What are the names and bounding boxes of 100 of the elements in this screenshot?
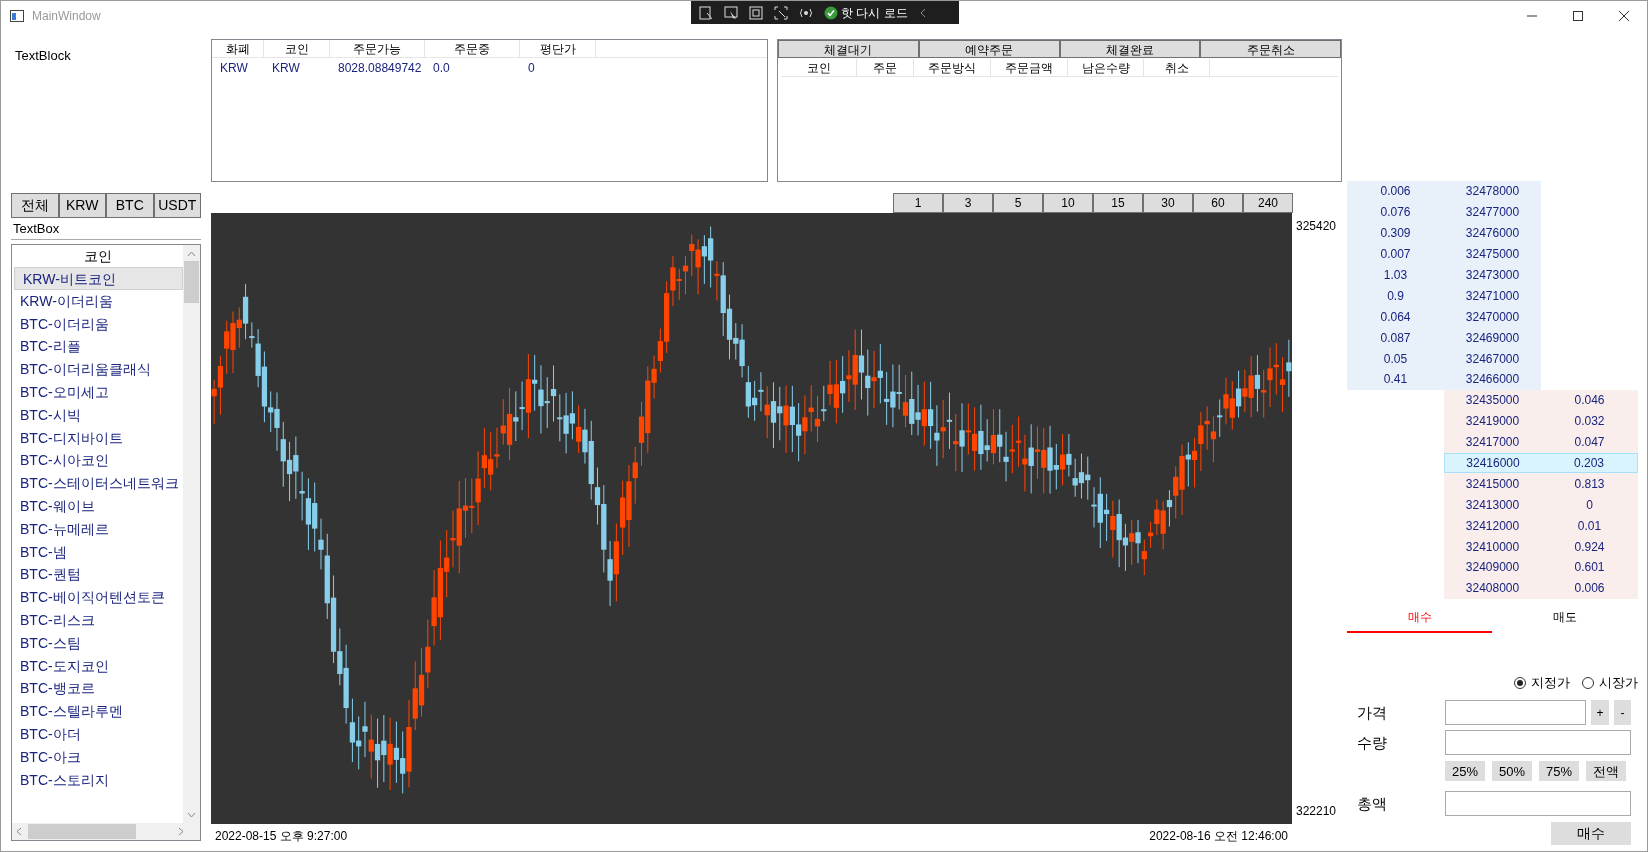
table-cell-text: 0.0 [432,60,451,77]
coin-item[interactable]: BTC-리스크 [12,608,183,632]
bid-row[interactable]: 32435000 0.046 [1444,389,1638,411]
coin-item[interactable]: BTC-시아코인 [12,449,183,473]
coin-item[interactable]: BTC-이더리움클래식 [12,358,183,381]
bid-row[interactable]: 32409000 0.601 [1444,557,1638,578]
market-tab[interactable]: USDT [153,193,201,218]
square-icon[interactable] [749,5,763,20]
bid-row[interactable]: 32412000 0.01 [1444,515,1638,537]
table-cell-text: KRW [219,60,249,77]
hot-reload-button[interactable]: 핫 다시 로드 [841,3,908,22]
table-cell-text: 0.309 [1379,225,1412,243]
coin-item[interactable]: BTC-아더 [12,722,183,746]
coin-item[interactable]: BTC-디지바이트 [12,426,183,450]
table-cell-text: 0.064 [1379,308,1412,326]
order-tab[interactable]: 체결완료 [1059,40,1201,58]
buy-button[interactable]: 매수 [1551,822,1631,846]
coin-item[interactable]: BTC-베이직어텐션토큰 [12,586,183,609]
order-type-radio[interactable]: 시장가 [1582,672,1638,693]
price-field[interactable] [1445,700,1586,726]
bid-row[interactable]: 32417000 0.047 [1444,431,1638,453]
vertical-scrollbar[interactable] [183,245,200,823]
scroll-up-icon[interactable] [187,251,196,257]
column-header: 평단가 [520,39,596,58]
coin-item[interactable]: BTC-오미세고 [12,381,183,404]
interval-button[interactable]: 60 [1193,193,1243,213]
coin-item[interactable]: BTC-퀀텀 [12,563,183,587]
percent-button[interactable]: 50% [1492,761,1532,782]
bid-row[interactable]: 32408000 0.006 [1444,577,1638,599]
coin-item[interactable]: KRW-이더리움 [12,289,183,313]
bid-row[interactable]: 32415000 0.813 [1444,473,1638,495]
table-cell-text: 32412000 [1464,517,1521,535]
percent-button[interactable]: 25% [1445,761,1485,782]
trade-tab[interactable]: 매수 [1347,603,1492,633]
coin-item[interactable]: BTC-스텔라루멘 [12,700,183,723]
column-header: 주문가능 [330,39,425,58]
interval-button[interactable]: 30 [1143,193,1193,213]
interval-button[interactable]: 10 [1043,193,1093,213]
scroll-right-icon[interactable] [178,827,184,836]
scrollbar-thumb[interactable] [184,261,199,303]
bid-row[interactable]: 32419000 0.032 [1444,410,1638,432]
percent-button[interactable]: 전액 [1586,761,1626,782]
interval-button[interactable]: 5 [993,193,1043,213]
price-label: 가격 [1356,702,1388,723]
trade-tab[interactable]: 매도 [1492,603,1637,633]
interval-button[interactable]: 15 [1093,193,1143,213]
coin-item[interactable]: BTC-스테이터스네트워크 [12,472,183,495]
order-tab[interactable]: 주문취소 [1200,40,1341,58]
scrollbar-thumb[interactable] [28,824,136,839]
column-header: 주문 [857,58,914,77]
column-header: 남은수량 [1068,58,1144,77]
market-tab[interactable]: BTC [106,193,154,218]
order-type-radio[interactable]: 지정가 [1514,672,1570,693]
coin-item[interactable]: BTC-스팀 [12,631,183,655]
coin-item[interactable]: BTC-리플 [12,335,183,359]
pointer-icon[interactable] [724,5,738,20]
interval-button[interactable]: 1 [893,193,943,213]
column-header: 주문금액 [991,58,1068,77]
bid-row[interactable]: 32410000 0.924 [1444,536,1638,558]
time-label: 2022-08-15 오후 9:27:00 [215,828,348,845]
table-cell-text: 32415000 [1464,475,1521,493]
table-cell-text: 0.076 [1379,204,1412,222]
horizontal-scrollbar[interactable] [12,823,200,840]
coin-item[interactable]: BTC-스토리지 [12,768,183,792]
percent-button[interactable]: 75% [1539,761,1579,782]
coin-item[interactable]: BTC-아크 [12,745,183,769]
table-cell-text: 32475000 [1464,246,1521,264]
search-field[interactable]: TextBox [11,218,201,240]
table-cell-text: 0.924 [1573,538,1606,556]
scroll-down-icon[interactable] [187,812,196,818]
coin-item[interactable]: BTC-뉴메레르 [12,517,183,541]
coin-item[interactable]: BTC-이더리움 [12,312,183,336]
minus-button[interactable]: - [1614,700,1631,726]
coin-item[interactable]: BTC-웨이브 [12,494,183,518]
scroll-left-icon[interactable] [16,827,22,836]
interval-button[interactable]: 3 [943,193,993,213]
plus-button[interactable]: + [1591,700,1609,726]
collapse-icon[interactable] [918,6,927,19]
table-cell-text: 0 [1585,496,1594,514]
table-cell-text: KRW [271,60,301,77]
quantity-field[interactable] [1445,730,1631,756]
inspect-icon[interactable] [699,5,713,20]
frame-icon[interactable] [774,5,788,20]
coin-item[interactable]: BTC-시빅 [12,403,183,427]
coin-item[interactable]: BTC-넴 [12,540,183,564]
coin-item[interactable]: BTC-도지코인 [12,654,183,678]
market-tab[interactable]: KRW [58,193,106,218]
order-tab[interactable]: 예약주문 [918,40,1060,58]
bid-row[interactable]: 32416000 0.203 [1444,452,1638,474]
coin-item[interactable]: BTC-뱅코르 [12,677,183,701]
bid-row[interactable]: 32413000 0 [1444,494,1638,516]
table-cell-text: 1.03 [1382,267,1409,284]
table-cell-text: 32435000 [1464,392,1521,410]
interval-button[interactable]: 240 [1243,193,1293,213]
total-field[interactable] [1445,791,1631,817]
coin-item[interactable]: KRW-비트코인 [14,267,183,290]
table-cell-text: 32478000 [1464,183,1521,201]
table-cell-text: 0.601 [1573,559,1606,577]
market-tab[interactable]: 전체 [11,193,59,218]
order-tab[interactable]: 체결대기 [778,40,919,58]
